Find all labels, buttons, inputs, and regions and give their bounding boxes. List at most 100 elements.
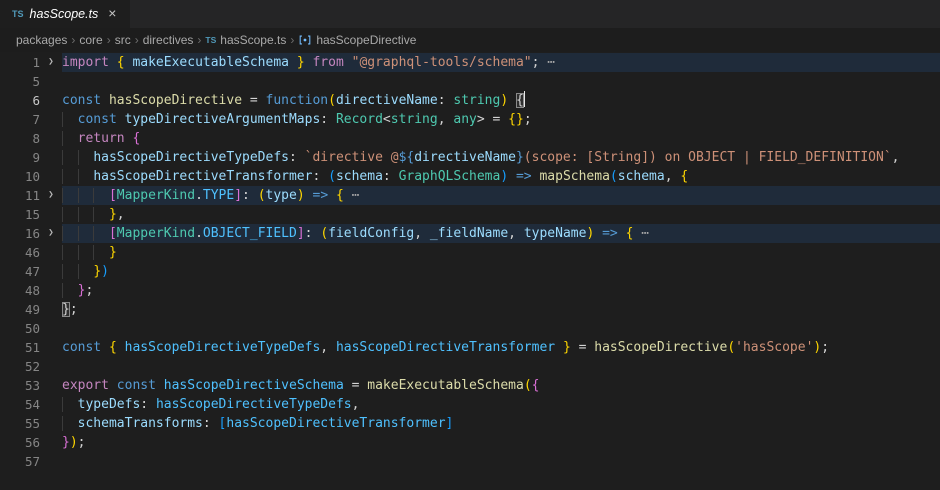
gutter[interactable]: 15 <box>0 205 62 224</box>
token: } <box>109 245 117 260</box>
code-line[interactable]: 57 <box>0 452 940 471</box>
code-line[interactable]: 9 hasScopeDirectiveTypeDefs: `directive … <box>0 148 940 167</box>
indent-guide <box>78 226 94 241</box>
breadcrumb-item-packages[interactable]: packages <box>16 33 67 47</box>
breadcrumb-separator-icon: › <box>71 33 75 47</box>
line-number: 52 <box>0 357 40 376</box>
token: hasScopeDirective <box>109 93 242 108</box>
token: (scope: [String]) on OBJECT | FIELD_DEFI… <box>524 150 892 165</box>
token: hasScopeDirectiveTypeDefs <box>156 397 352 412</box>
code-line[interactable]: 8 return { <box>0 129 940 148</box>
indent-guide <box>78 264 94 279</box>
gutter[interactable]: 55 <box>0 414 62 433</box>
gutter[interactable]: 6 <box>0 91 62 110</box>
gutter[interactable]: 48 <box>0 281 62 300</box>
gutter[interactable]: 8 <box>0 129 62 148</box>
token: const <box>62 340 101 355</box>
token: } <box>297 55 305 70</box>
token <box>344 55 352 70</box>
fold-chevron-icon[interactable]: ❯ <box>40 53 62 72</box>
code-text: typeDefs: hasScopeDirectiveTypeDefs, <box>62 395 940 414</box>
code-line[interactable]: 7 const typeDirectiveArgumentMaps: Recor… <box>0 110 940 129</box>
code-text: hasScopeDirectiveTypeDefs: `directive @$… <box>62 148 940 167</box>
line-number: 56 <box>0 433 40 452</box>
code-line[interactable]: 6const hasScopeDirective = function(dire… <box>0 91 940 110</box>
code-line[interactable]: 11❯ [MapperKind.TYPE]: (type) => { ⋯ <box>0 186 940 205</box>
token: ) <box>500 93 508 108</box>
indent-guide <box>62 245 78 260</box>
token: export <box>62 378 109 393</box>
line-number: 53 <box>0 376 40 395</box>
code-line[interactable]: 16❯ [MapperKind.OBJECT_FIELD]: (fieldCon… <box>0 224 940 243</box>
token: ; <box>524 112 532 127</box>
gutter[interactable]: 1❯ <box>0 53 62 72</box>
code-line[interactable]: 47 }) <box>0 262 940 281</box>
token: directiveName <box>414 150 516 165</box>
fold-chevron-icon[interactable]: ❯ <box>40 186 62 205</box>
token: : <box>305 226 321 241</box>
gutter[interactable]: 51 <box>0 338 62 357</box>
gutter[interactable]: 11❯ <box>0 186 62 205</box>
code-line[interactable]: 1❯import { makeExecutableSchema } from "… <box>0 53 940 72</box>
token: => <box>602 226 618 241</box>
fold-chevron-icon[interactable]: ❯ <box>40 224 62 243</box>
token: ) <box>70 435 78 450</box>
gutter[interactable]: 49 <box>0 300 62 319</box>
token: ; <box>78 435 86 450</box>
code-line[interactable]: 49}; <box>0 300 940 319</box>
code-line[interactable]: 54 typeDefs: hasScopeDirectiveTypeDefs, <box>0 395 940 414</box>
indent-guide <box>78 150 94 165</box>
token: hasScopeDirective <box>594 340 727 355</box>
breadcrumb-item-hasscopedirective[interactable]: hasScopeDirective <box>298 33 416 47</box>
code-line[interactable]: 15 }, <box>0 205 940 224</box>
code-line[interactable]: 52 <box>0 357 940 376</box>
tab-hasscope[interactable]: TS hasScope.ts × <box>0 0 130 28</box>
close-tab-icon[interactable]: × <box>104 6 120 22</box>
code-line[interactable]: 10 hasScopeDirectiveTransformer: (schema… <box>0 167 940 186</box>
token: { <box>680 169 688 184</box>
code-line[interactable]: 5 <box>0 72 940 91</box>
code-line[interactable]: 51 const { hasScopeDirectiveTypeDefs, has… <box>0 338 940 357</box>
gutter[interactable]: 5 <box>0 72 62 91</box>
token: { <box>109 340 117 355</box>
gutter[interactable]: 56 <box>0 433 62 452</box>
token: { <box>117 55 125 70</box>
gutter[interactable]: 47 <box>0 262 62 281</box>
breadcrumb-item-core[interactable]: core <box>79 33 102 47</box>
token: directiveName <box>336 93 438 108</box>
code-line[interactable]: 48 }; <box>0 281 940 300</box>
gutter[interactable]: 57 <box>0 452 62 471</box>
line-number: 51 <box>0 338 40 357</box>
code-text: }) <box>62 262 940 281</box>
line-number: 48 <box>0 281 40 300</box>
code-text: }; <box>62 300 940 319</box>
code-text: [MapperKind.TYPE]: (type) => { ⋯ <box>62 186 940 205</box>
token: = <box>344 378 367 393</box>
token: import <box>62 55 109 70</box>
code-editor[interactable]: 1❯import { makeExecutableSchema } from "… <box>0 52 940 490</box>
gutter[interactable]: 46 <box>0 243 62 262</box>
token: : <box>320 112 336 127</box>
gutter[interactable]: 10 <box>0 167 62 186</box>
code-line[interactable]: 56}); <box>0 433 940 452</box>
fold-spacer <box>40 110 62 129</box>
gutter[interactable]: 7 <box>0 110 62 129</box>
code-line[interactable]: 50 <box>0 319 940 338</box>
gutter[interactable]: 53 <box>0 376 62 395</box>
gutter[interactable]: 9 <box>0 148 62 167</box>
fold-spacer <box>40 338 62 357</box>
breadcrumb-item-hasscope-ts[interactable]: TShasScope.ts <box>205 33 286 47</box>
token <box>109 55 117 70</box>
breadcrumb-item-directives[interactable]: directives <box>143 33 194 47</box>
gutter[interactable]: 16❯ <box>0 224 62 243</box>
gutter[interactable]: 54 <box>0 395 62 414</box>
breadcrumb-item-src[interactable]: src <box>115 33 131 47</box>
code-line[interactable]: 53export const hasScopeDirectiveSchema =… <box>0 376 940 395</box>
line-number: 50 <box>0 319 40 338</box>
gutter[interactable]: 52 <box>0 357 62 376</box>
code-line[interactable]: 55 schemaTransforms: [hasScopeDirectiveT… <box>0 414 940 433</box>
code-text: const { hasScopeDirectiveTypeDefs, hasSc… <box>62 338 940 357</box>
gutter[interactable]: 50 <box>0 319 62 338</box>
code-line[interactable]: 46 } <box>0 243 940 262</box>
indent-guide <box>62 397 78 412</box>
